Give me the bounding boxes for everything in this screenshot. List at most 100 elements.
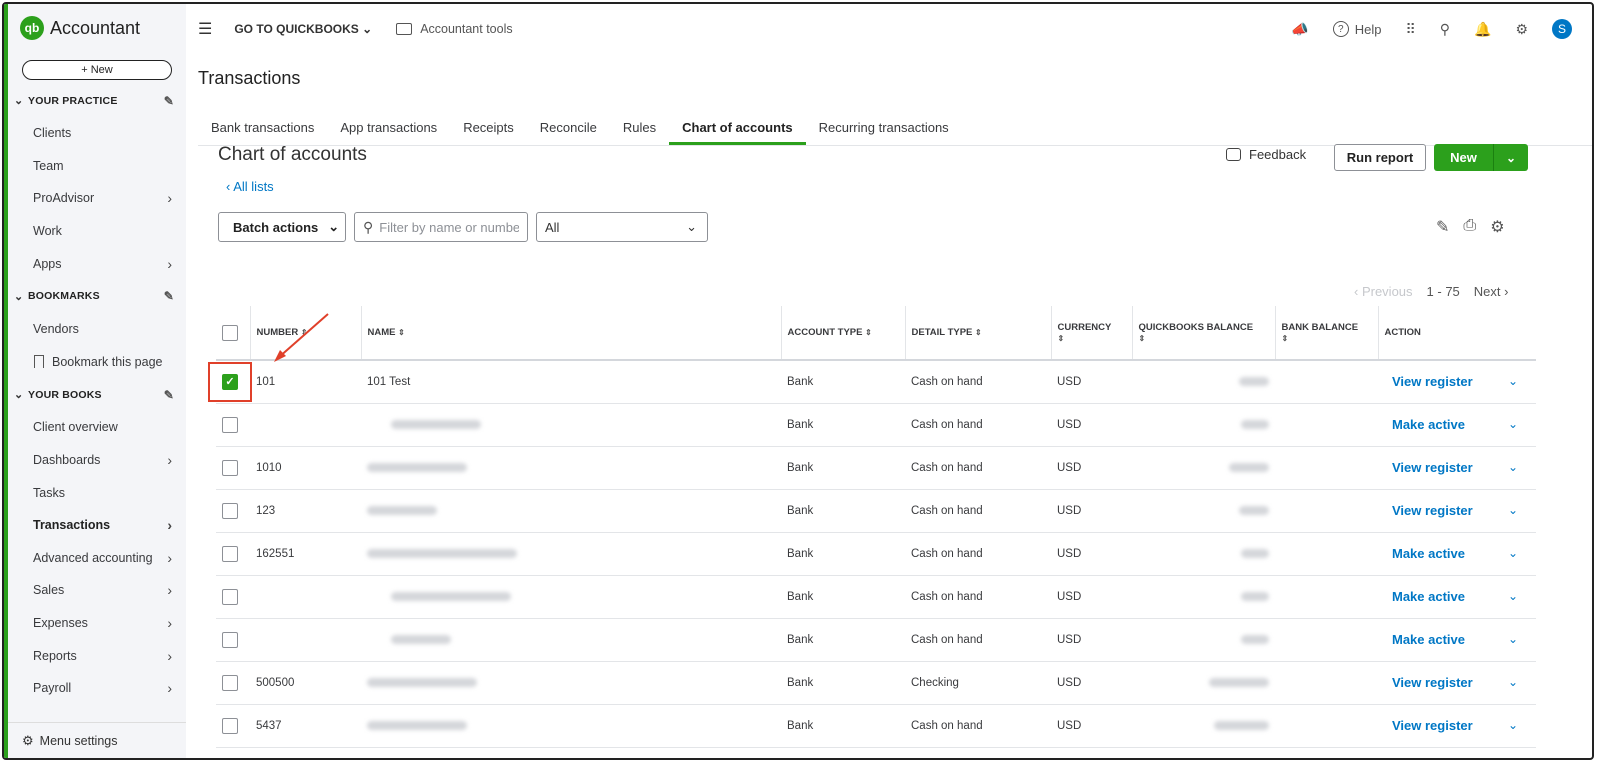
tab-recurring-transactions[interactable]: Recurring transactions xyxy=(806,114,962,145)
tab-app-transactions[interactable]: App transactions xyxy=(327,114,450,145)
section-your-books[interactable]: ⌄ YOUR BOOKS ✎ xyxy=(8,378,186,411)
help-button[interactable]: ? Help xyxy=(1332,21,1381,37)
tab-bank-transactions[interactable]: Bank transactions xyxy=(198,114,327,145)
table-row[interactable]: 162551 Bank Cash on hand USD Make active… xyxy=(216,532,1536,576)
row-action-link[interactable]: Make active xyxy=(1392,546,1465,561)
col-bank-balance[interactable]: BANK BALANCE ⇕ xyxy=(1275,306,1379,361)
print-icon[interactable]: ⎙ xyxy=(1463,217,1476,237)
new-account-button[interactable]: New xyxy=(1434,144,1494,171)
table-row[interactable]: 500500 Bank Checking USD View register ⌄ xyxy=(216,661,1536,705)
select-all-checkbox[interactable] xyxy=(222,324,238,341)
table-row[interactable]: Bank Cash on hand USD Make active ⌄ xyxy=(216,575,1536,619)
menu-settings-button[interactable]: ⚙ Menu settings xyxy=(8,722,186,758)
chevron-down-icon[interactable]: ⌄ xyxy=(1508,503,1518,517)
col-account-type[interactable]: ACCOUNT TYPE ⇕ xyxy=(781,306,906,361)
previous-page-button[interactable]: ‹ Previous xyxy=(1354,284,1413,299)
sidebar-item-sales[interactable]: Sales › xyxy=(8,574,186,607)
sidebar-item-team[interactable]: Team xyxy=(8,150,186,183)
row-checkbox[interactable] xyxy=(222,502,238,519)
feedback-button[interactable]: Feedback xyxy=(1226,147,1306,162)
row-action-link[interactable]: View register xyxy=(1392,503,1473,518)
next-page-button[interactable]: Next › xyxy=(1474,284,1509,299)
annotation-highlight-box xyxy=(208,361,252,402)
brand[interactable]: qb Accountant xyxy=(8,4,186,52)
avatar[interactable]: S xyxy=(1552,19,1572,39)
pencil-icon[interactable]: ✎ xyxy=(164,94,174,108)
apps-grid-icon[interactable]: ⠿ xyxy=(1405,21,1415,38)
megaphone-icon[interactable]: 📣 xyxy=(1291,21,1308,38)
table-row[interactable]: 123 Bank Cash on hand USD View register ⌄ xyxy=(216,489,1536,533)
chevron-down-icon[interactable]: ⌄ xyxy=(1508,675,1518,689)
tab-reconcile[interactable]: Reconcile xyxy=(527,114,610,145)
row-action-link[interactable]: Make active xyxy=(1392,417,1465,432)
row-checkbox[interactable] xyxy=(222,674,238,691)
table-row[interactable]: 5437 Bank Cash on hand USD View register… xyxy=(216,704,1536,748)
row-action-link[interactable]: View register xyxy=(1392,675,1473,690)
sidebar-item-transactions[interactable]: Transactions › xyxy=(8,509,186,542)
chevron-down-icon[interactable]: ⌄ xyxy=(1494,144,1528,171)
section-bookmarks[interactable]: ⌄ BOOKMARKS ✎ xyxy=(8,280,186,313)
sidebar-item-payroll[interactable]: Payroll › xyxy=(8,672,186,705)
batch-actions-dropdown[interactable]: Batch actions ⌄ xyxy=(218,212,346,242)
gear-icon[interactable]: ⚙ xyxy=(1515,21,1528,38)
row-action-link[interactable]: Make active xyxy=(1392,632,1465,647)
chevron-down-icon[interactable]: ⌄ xyxy=(1508,632,1518,646)
table-row[interactable]: 1010 Bank Cash on hand USD View register… xyxy=(216,446,1536,490)
row-checkbox[interactable] xyxy=(222,416,238,433)
sidebar-item-client-overview[interactable]: Client overview xyxy=(8,411,186,444)
sidebar-item-apps[interactable]: Apps › xyxy=(8,247,186,280)
sidebar-new-button[interactable]: + New xyxy=(22,60,172,80)
chevron-down-icon[interactable]: ⌄ xyxy=(1508,718,1518,732)
search-icon[interactable]: ⚲ xyxy=(1440,21,1450,38)
pencil-icon[interactable]: ✎ xyxy=(164,289,174,303)
tab-rules[interactable]: Rules xyxy=(610,114,669,145)
pencil-icon[interactable]: ✎ xyxy=(164,388,174,402)
sidebar-item-dashboards[interactable]: Dashboards › xyxy=(8,444,186,477)
bell-icon[interactable]: 🔔 xyxy=(1474,21,1491,38)
chevron-down-icon[interactable]: ⌄ xyxy=(1508,589,1518,603)
table-row[interactable]: Bank Cash on hand USD Make active ⌄ xyxy=(216,403,1536,447)
sidebar-item-proadvisor[interactable]: ProAdvisor › xyxy=(8,182,186,215)
col-detail-type[interactable]: DETAIL TYPE ⇕ xyxy=(905,306,1052,361)
chevron-down-icon[interactable]: ⌄ xyxy=(1508,460,1518,474)
accountant-tools-button[interactable]: Accountant tools xyxy=(396,22,513,36)
row-checkbox[interactable] xyxy=(222,459,238,476)
all-lists-link[interactable]: ‹ All lists xyxy=(226,179,274,194)
row-checkbox[interactable] xyxy=(222,631,238,648)
sidebar-item-advanced-accounting[interactable]: Advanced accounting › xyxy=(8,542,186,575)
tab-chart-of-accounts[interactable]: Chart of accounts xyxy=(669,114,806,145)
sidebar-item-reports[interactable]: Reports › xyxy=(8,639,186,672)
row-action-link[interactable]: View register xyxy=(1392,460,1473,475)
row-checkbox[interactable] xyxy=(222,588,238,605)
col-name[interactable]: NAME ⇕ xyxy=(361,306,782,361)
sidebar-item-vendors[interactable]: Vendors xyxy=(8,313,186,346)
table-tools: ✎ ⎙ ⚙ xyxy=(1436,217,1505,237)
row-checkbox[interactable] xyxy=(222,545,238,562)
account-type-select[interactable]: All ⌄ xyxy=(536,212,708,242)
table-row[interactable]: ✓ 101 101 Test Bank Cash on hand USD Vie… xyxy=(208,360,1536,404)
sidebar-item-work[interactable]: Work xyxy=(8,215,186,248)
section-your-practice[interactable]: ⌄ YOUR PRACTICE ✎ xyxy=(8,84,186,117)
run-report-button[interactable]: Run report xyxy=(1334,144,1426,171)
row-checkbox[interactable] xyxy=(222,717,238,734)
sidebar-item-bookmark-page[interactable]: Bookmark this page xyxy=(8,346,186,379)
row-action-link[interactable]: View register xyxy=(1392,374,1473,389)
gear-icon[interactable]: ⚙ xyxy=(1490,217,1504,237)
pencil-icon[interactable]: ✎ xyxy=(1436,217,1449,237)
row-action-link[interactable]: View register xyxy=(1392,718,1473,733)
col-currency[interactable]: CURRENCY ⇕ xyxy=(1051,306,1133,361)
row-action-link[interactable]: Make active xyxy=(1392,589,1465,604)
tab-receipts[interactable]: Receipts xyxy=(450,114,527,145)
sidebar-item-tasks[interactable]: Tasks xyxy=(8,476,186,509)
menu-collapse-icon[interactable]: ☰ xyxy=(198,19,212,39)
table-row[interactable]: Bank Cash on hand USD Make active ⌄ xyxy=(216,618,1536,662)
goto-quickbooks-menu[interactable]: GO TO QUICKBOOKS ⌄ xyxy=(234,22,372,36)
chevron-down-icon[interactable]: ⌄ xyxy=(1508,546,1518,560)
sidebar-item-expenses[interactable]: Expenses › xyxy=(8,607,186,640)
chevron-down-icon[interactable]: ⌄ xyxy=(1508,417,1518,431)
cell-number: 162551 xyxy=(250,532,361,576)
col-quickbooks-balance[interactable]: QUICKBOOKS BALANCE ⇕ xyxy=(1132,306,1276,361)
chevron-down-icon[interactable]: ⌄ xyxy=(1508,374,1518,388)
sidebar-item-clients[interactable]: Clients xyxy=(8,117,186,150)
filter-input[interactable] xyxy=(379,219,520,235)
